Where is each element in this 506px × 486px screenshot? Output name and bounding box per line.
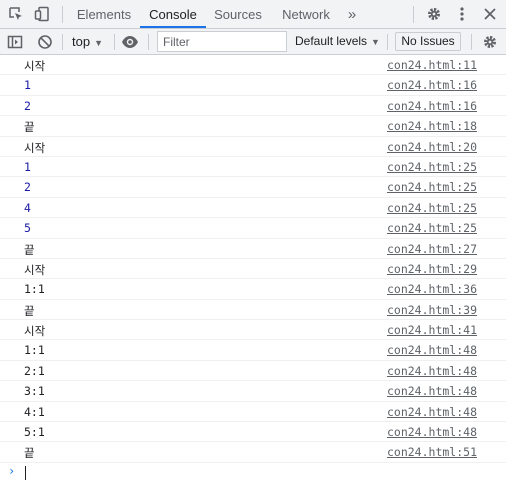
source-link[interactable]: con24.html:36: [387, 282, 477, 296]
text-cursor: [25, 466, 26, 480]
console-message: 4:1 con24.html:48: [0, 402, 506, 423]
console-message: 시작 con24.html:29: [0, 259, 506, 280]
source-link[interactable]: con24.html:29: [387, 262, 477, 276]
console-message: 시작 con24.html:41: [0, 320, 506, 341]
tab-console[interactable]: Console: [140, 0, 206, 28]
source-link[interactable]: con24.html:25: [387, 201, 477, 215]
clear-console-icon[interactable]: [36, 33, 54, 51]
settings-gear-icon[interactable]: [425, 5, 443, 23]
source-link[interactable]: con24.html:48: [387, 425, 477, 439]
source-link[interactable]: con24.html:25: [387, 221, 477, 235]
console-toolbar: top ▼ Filter Default levels ▼ No Issues: [0, 29, 506, 55]
chevron-down-icon: ▼: [94, 38, 103, 48]
console-message: 끝 con24.html:27: [0, 239, 506, 259]
message-text: 1: [24, 78, 31, 93]
console-message: 1:1 con24.html:36: [0, 279, 506, 300]
source-link[interactable]: con24.html:48: [387, 405, 477, 419]
log-levels-dropdown[interactable]: Default levels ▼: [295, 34, 380, 48]
source-link[interactable]: con24.html:48: [387, 343, 477, 357]
console-settings-gear-icon[interactable]: [481, 33, 499, 51]
message-text: 4: [24, 200, 31, 215]
device-toolbar-icon[interactable]: [33, 5, 51, 23]
prompt-chevron-icon: ›: [8, 464, 16, 478]
context-selector[interactable]: top ▼: [72, 34, 103, 49]
console-message: 1:1 con24.html:48: [0, 340, 506, 361]
issues-button[interactable]: No Issues: [395, 32, 461, 51]
source-link[interactable]: con24.html:48: [387, 384, 477, 398]
log-levels-label: Default levels: [295, 34, 368, 48]
sidebar-toggle-icon[interactable]: [6, 33, 24, 51]
message-text: 끝: [24, 303, 35, 318]
console-message: 시작 con24.html:20: [0, 137, 506, 157]
console-message: 5 con24.html:25: [0, 218, 506, 239]
tab-sources[interactable]: Sources: [209, 0, 267, 28]
message-text: 5:1: [24, 425, 45, 440]
console-message: 1 con24.html:16: [0, 75, 506, 96]
source-link[interactable]: con24.html:18: [387, 119, 477, 133]
console-message: 시작 con24.html:11: [0, 55, 506, 76]
console-messages: 시작 con24.html:11 1 con24.html:16 2 con24.html…: [0, 55, 506, 463]
message-text: 5: [24, 221, 31, 236]
console-message: 2:1 con24.html:48: [0, 361, 506, 382]
inspect-element-icon[interactable]: [7, 5, 25, 23]
console-message: 끝 con24.html:39: [0, 300, 506, 321]
tab-bar-divider: [413, 6, 414, 23]
source-link[interactable]: con24.html:41: [387, 323, 477, 337]
context-label: top: [72, 34, 91, 49]
console-message: 2 con24.html:25: [0, 177, 506, 198]
console-message: 3:1 con24.html:48: [0, 381, 506, 402]
message-text: 끝: [24, 120, 35, 135]
message-text: 시작: [24, 324, 46, 339]
toolbar-divider: [471, 34, 472, 50]
close-icon[interactable]: [481, 5, 499, 23]
source-link[interactable]: con24.html:20: [387, 140, 477, 154]
console-prompt[interactable]: ›: [0, 462, 506, 484]
console-message: 2 con24.html:16: [0, 96, 506, 117]
console-message: 1 con24.html:25: [0, 157, 506, 178]
tab-bar-divider: [62, 6, 63, 23]
source-link[interactable]: con24.html:11: [387, 58, 477, 72]
console-message: 끝 con24.html:18: [0, 116, 506, 137]
source-link[interactable]: con24.html:48: [387, 364, 477, 378]
source-link[interactable]: con24.html:39: [387, 303, 477, 317]
source-link[interactable]: con24.html:16: [387, 99, 477, 113]
message-text: 시작: [24, 59, 46, 73]
message-text: 3:1: [24, 384, 45, 399]
message-text: 1: [24, 159, 31, 174]
tab-elements[interactable]: Elements: [72, 0, 136, 28]
message-text: 시작: [24, 262, 46, 277]
console-message: 4 con24.html:25: [0, 198, 506, 219]
message-text: 2: [24, 98, 31, 113]
chevron-down-icon: ▼: [371, 37, 380, 47]
source-link[interactable]: con24.html:25: [387, 160, 477, 174]
toolbar-divider: [62, 34, 63, 50]
source-link[interactable]: con24.html:51: [387, 445, 477, 459]
more-options-icon[interactable]: [453, 5, 471, 23]
source-link[interactable]: con24.html:25: [387, 180, 477, 194]
toolbar-divider: [114, 34, 115, 50]
message-text: 끝: [24, 242, 35, 257]
source-link[interactable]: con24.html:16: [387, 78, 477, 92]
tab-network[interactable]: Network: [275, 0, 337, 28]
message-text: 2: [24, 180, 31, 195]
message-text: 1:1: [24, 282, 45, 297]
source-link[interactable]: con24.html:27: [387, 242, 477, 256]
toolbar-divider: [148, 34, 149, 50]
more-tabs-button[interactable]: »: [342, 0, 362, 28]
message-text: 끝: [24, 446, 35, 461]
console-message: 5:1 con24.html:48: [0, 422, 506, 443]
message-text: 2:1: [24, 363, 45, 378]
console-message: 끝 con24.html:51: [0, 442, 506, 463]
message-text: 4:1: [24, 404, 45, 419]
devtools-tab-bar: Elements Console Sources Network »: [0, 0, 506, 29]
eye-icon[interactable]: [121, 33, 139, 51]
filter-input[interactable]: Filter: [157, 31, 287, 52]
message-text: 1:1: [24, 343, 45, 358]
message-text: 시작: [24, 140, 46, 155]
toolbar-divider: [387, 34, 388, 50]
